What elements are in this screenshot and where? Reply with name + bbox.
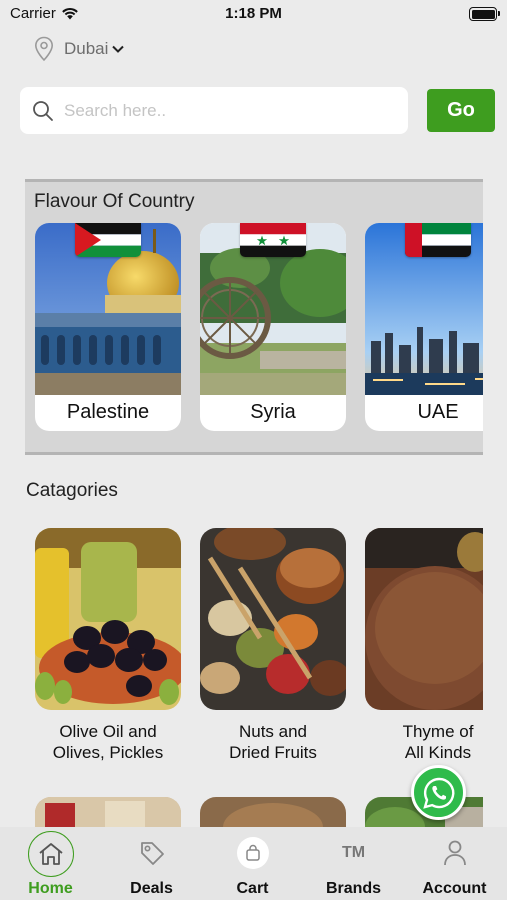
syria-flag <box>240 223 306 257</box>
person-icon <box>439 837 471 869</box>
tab-label: Deals <box>130 880 173 897</box>
tab-cart[interactable]: Cart <box>202 827 303 900</box>
tag-icon <box>136 837 168 869</box>
search-input[interactable] <box>64 100 384 121</box>
search-box[interactable] <box>20 87 408 134</box>
category-label-line: Dried Fruits <box>229 743 317 762</box>
category-card-nuts[interactable] <box>200 528 346 710</box>
tab-label: Account <box>422 880 487 897</box>
trademark-icon: TM <box>338 837 370 869</box>
category-label-line: All Kinds <box>404 743 472 762</box>
location-pin-icon <box>34 36 54 62</box>
trademark-glyph: TM <box>341 844 366 861</box>
category-card-thyme[interactable] <box>365 528 483 710</box>
palestine-flag <box>75 223 141 257</box>
bottom-tab-bar: Home Deals Cart TM Brands Account <box>0 827 507 900</box>
section-title-categories: Catagories <box>26 480 118 501</box>
battery-icon <box>469 7 500 21</box>
category-card-olives[interactable] <box>35 528 181 710</box>
olives-photo <box>35 528 181 710</box>
city-dropdown[interactable]: Dubai <box>64 39 125 59</box>
uae-flag <box>405 223 471 257</box>
flavour-of-country-section: Flavour Of Country Palestine Syria UAE <box>25 179 483 455</box>
city-name: Dubai <box>64 39 109 58</box>
country-name: Syria <box>250 401 296 423</box>
chevron-down-icon <box>112 45 125 53</box>
category-label-thyme: Thyme of All Kinds <box>365 721 507 763</box>
status-bar: Carrier 1:18 PM <box>0 0 507 30</box>
tab-label: Home <box>28 880 73 897</box>
thyme-photo <box>365 528 483 710</box>
home-icon <box>27 831 74 877</box>
country-card-palestine[interactable]: Palestine <box>35 223 181 431</box>
category-label-line: Nuts and <box>238 722 308 741</box>
country-card-syria[interactable]: Syria <box>200 223 346 431</box>
country-card-uae[interactable]: UAE <box>365 223 483 431</box>
category-label-line: Thyme of <box>402 722 474 741</box>
category-label-line: Olives, Pickles <box>52 743 164 762</box>
category-label-line: Olive Oil and <box>59 722 157 741</box>
country-name: UAE <box>417 401 459 423</box>
category-label-nuts: Nuts and Dried Fruits <box>200 721 346 763</box>
shopping-bag-icon <box>236 837 269 869</box>
tab-label: Brands <box>325 880 382 897</box>
status-time: 1:18 PM <box>225 5 282 22</box>
tab-brands[interactable]: TM Brands <box>303 827 404 900</box>
section-title-flavour: Flavour Of Country <box>34 191 195 212</box>
whatsapp-button[interactable] <box>411 765 466 820</box>
whatsapp-icon <box>422 777 454 809</box>
go-button[interactable]: Go <box>427 89 495 132</box>
tab-label: Cart <box>236 880 269 897</box>
category-label-olives: Olive Oil and Olives, Pickles <box>35 721 181 763</box>
country-name: Palestine <box>66 401 150 423</box>
tab-account[interactable]: Account <box>404 827 505 900</box>
tab-home[interactable]: Home <box>0 827 101 900</box>
search-icon <box>33 100 53 121</box>
location-selector[interactable]: Dubai <box>34 36 125 62</box>
tab-deals[interactable]: Deals <box>101 827 202 900</box>
nuts-photo <box>200 528 346 710</box>
